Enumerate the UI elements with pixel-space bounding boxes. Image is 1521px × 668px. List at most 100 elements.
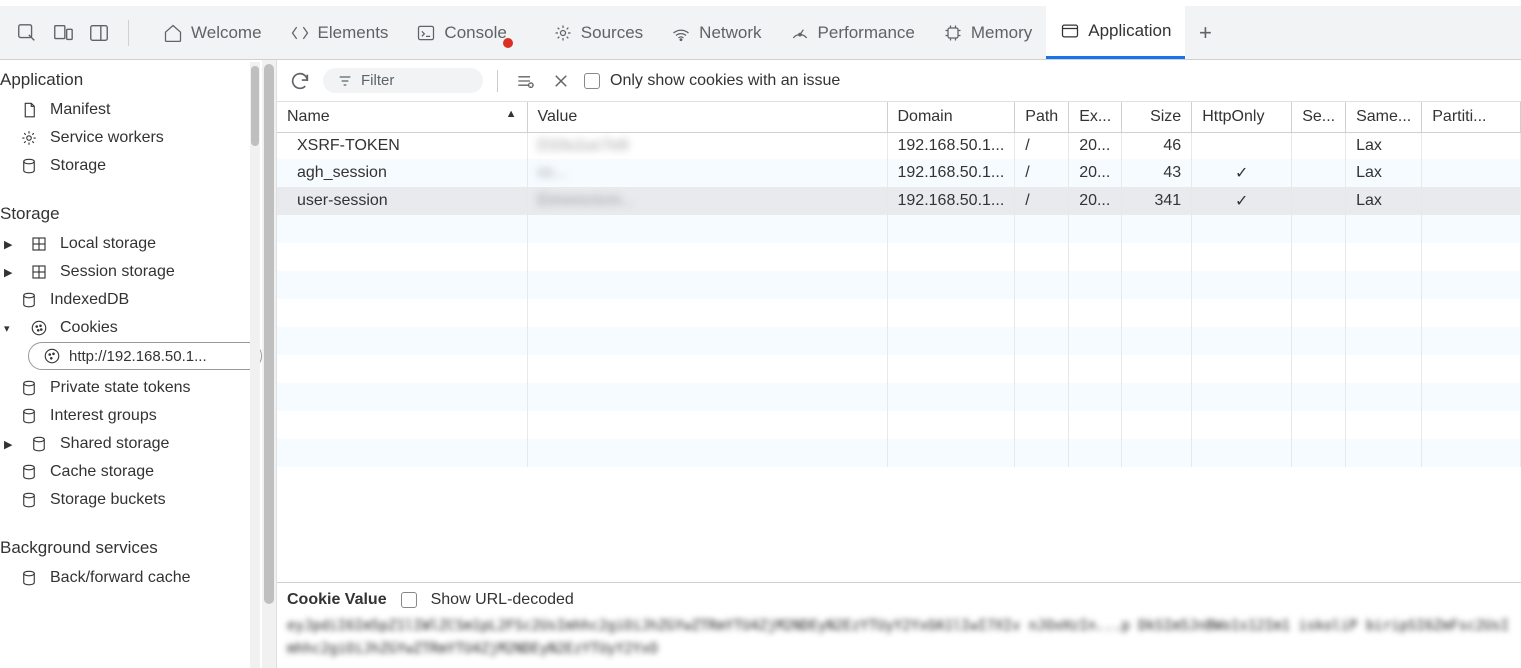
sidebar-item-storage-buckets[interactable]: Storage buckets: [0, 486, 262, 514]
col-samesite[interactable]: Same...: [1346, 102, 1422, 133]
col-httponly[interactable]: HttpOnly: [1192, 102, 1292, 133]
table-row: [277, 355, 1521, 383]
table-row[interactable]: XSRF-TOKEND10u1uc7e9192.168.50.1.../20..…: [277, 133, 1521, 160]
database-icon: [20, 491, 38, 509]
col-secure[interactable]: Se...: [1292, 102, 1346, 133]
cookie-value-body[interactable]: eyJpdiI6Im5pZ1lIWlZCSm1pL2FSc2UsImhhc2gi…: [287, 609, 1511, 660]
tab-console[interactable]: Console: [402, 6, 538, 59]
database-icon: [20, 379, 38, 397]
tab-application-label: Application: [1088, 21, 1171, 41]
database-icon: [20, 291, 38, 309]
database-icon: [20, 407, 38, 425]
table-row: [277, 383, 1521, 411]
tab-sources[interactable]: Sources: [539, 6, 657, 59]
table-row: [277, 271, 1521, 299]
tab-memory-label: Memory: [971, 23, 1032, 43]
database-icon: [20, 157, 38, 175]
col-name[interactable]: Name▲: [277, 102, 527, 133]
database-icon: [20, 463, 38, 481]
issue-checkbox-label: Only show cookies with an issue: [610, 72, 840, 90]
table-row: [277, 411, 1521, 439]
sidebar-item-local-storage[interactable]: ▶ Local storage: [0, 230, 262, 258]
sidebar-item-private-state-tokens[interactable]: Private state tokens: [0, 374, 262, 402]
tab-console-label: Console: [444, 23, 506, 43]
table-icon: [30, 263, 48, 281]
sidebar-item-bf-cache[interactable]: Back/forward cache: [0, 564, 262, 592]
sidebar-item-indexeddb[interactable]: IndexedDB: [0, 286, 262, 314]
device-toggle-icon[interactable]: [50, 20, 76, 46]
inspect-icon[interactable]: [14, 20, 40, 46]
sidebar-label: IndexedDB: [50, 291, 129, 309]
tab-memory[interactable]: Memory: [929, 6, 1046, 59]
sidebar-label: Shared storage: [60, 435, 169, 453]
table-row: [277, 327, 1521, 355]
section-background-services: Background services: [0, 528, 262, 564]
refresh-icon: [289, 70, 311, 92]
col-path[interactable]: Path: [1015, 102, 1069, 133]
main-scrollbar[interactable]: [262, 60, 276, 668]
table-icon: [30, 235, 48, 253]
application-sidebar: Application Manifest Service workers Sto…: [0, 60, 262, 668]
add-tab-button[interactable]: +: [1185, 20, 1225, 46]
database-icon: [20, 569, 38, 587]
table-row: [277, 439, 1521, 467]
sidebar-label: Session storage: [60, 263, 175, 281]
sidebar-label: Cache storage: [50, 463, 154, 481]
col-partition[interactable]: Partiti...: [1422, 102, 1521, 133]
sidebar-item-cookies[interactable]: ▾ Cookies: [0, 314, 262, 342]
cookie-value-title: Cookie Value: [287, 591, 387, 609]
cookies-table: Name▲ Value Domain Path Ex... Size HttpO…: [277, 102, 1521, 467]
table-row: [277, 215, 1521, 243]
url-decoded-label: Show URL-decoded: [431, 591, 574, 609]
col-domain[interactable]: Domain: [887, 102, 1015, 133]
table-row: [277, 243, 1521, 271]
sidebar-label: Manifest: [50, 101, 110, 119]
table-row[interactable]: user-sessionEimoncricm...192.168.50.1...…: [277, 187, 1521, 215]
sort-asc-icon: ▲: [506, 108, 517, 120]
issue-checkbox[interactable]: [584, 73, 600, 89]
filter-input[interactable]: Filter: [323, 68, 483, 93]
sidebar-item-cache-storage[interactable]: Cache storage: [0, 458, 262, 486]
sidebar-label: Cookies: [60, 319, 118, 337]
tab-network-label: Network: [699, 23, 761, 43]
cookie-detail-pane: Cookie Value Show URL-decoded eyJpdiI6Im…: [277, 582, 1521, 668]
cookie-icon: [30, 319, 48, 337]
chevron-down-icon: ▾: [4, 322, 16, 335]
col-value[interactable]: Value: [527, 102, 887, 133]
sidebar-label: Private state tokens: [50, 379, 191, 397]
sidebar-item-manifest[interactable]: Manifest: [0, 96, 262, 124]
delete-button[interactable]: [548, 68, 574, 94]
table-row: [277, 299, 1521, 327]
clear-all-icon: [515, 71, 535, 91]
col-size[interactable]: Size: [1122, 102, 1192, 133]
tab-network[interactable]: Network: [657, 6, 775, 59]
console-error-badge: [503, 38, 513, 48]
sidebar-cookie-origin[interactable]: http://192.168.50.1...: [28, 342, 262, 370]
sidebar-label: Local storage: [60, 235, 156, 253]
sidebar-item-session-storage[interactable]: ▶ Session storage: [0, 258, 262, 286]
sidebar-label: Service workers: [50, 129, 164, 147]
sidebar-scrollbar[interactable]: [250, 62, 260, 668]
sidebar-item-service-workers[interactable]: Service workers: [0, 124, 262, 152]
tab-welcome[interactable]: Welcome: [149, 6, 276, 59]
tab-application[interactable]: Application: [1046, 6, 1185, 59]
chevron-right-icon: ▶: [4, 238, 16, 251]
tab-welcome-label: Welcome: [191, 23, 262, 43]
sidebar-item-storage[interactable]: Storage: [0, 152, 262, 180]
sidebar-item-interest-groups[interactable]: Interest groups: [0, 402, 262, 430]
refresh-button[interactable]: [287, 68, 313, 94]
cookies-toolbar: Filter Only show cookies with an issue: [277, 60, 1521, 102]
col-expires[interactable]: Ex...: [1069, 102, 1122, 133]
section-application: Application: [0, 60, 262, 96]
sidebar-label: Storage buckets: [50, 491, 166, 509]
url-decoded-checkbox[interactable]: [401, 592, 417, 608]
tab-performance[interactable]: Performance: [776, 6, 929, 59]
tab-elements[interactable]: Elements: [276, 6, 403, 59]
chevron-right-icon: ▶: [4, 438, 16, 451]
clear-all-button[interactable]: [512, 68, 538, 94]
dock-side-icon[interactable]: [86, 20, 112, 46]
cookies-table-wrap: Name▲ Value Domain Path Ex... Size HttpO…: [277, 102, 1521, 582]
sidebar-item-shared-storage[interactable]: ▶ Shared storage: [0, 430, 262, 458]
tab-sources-label: Sources: [581, 23, 643, 43]
table-row[interactable]: agh_sessioncc...192.168.50.1.../20...43✓…: [277, 159, 1521, 187]
